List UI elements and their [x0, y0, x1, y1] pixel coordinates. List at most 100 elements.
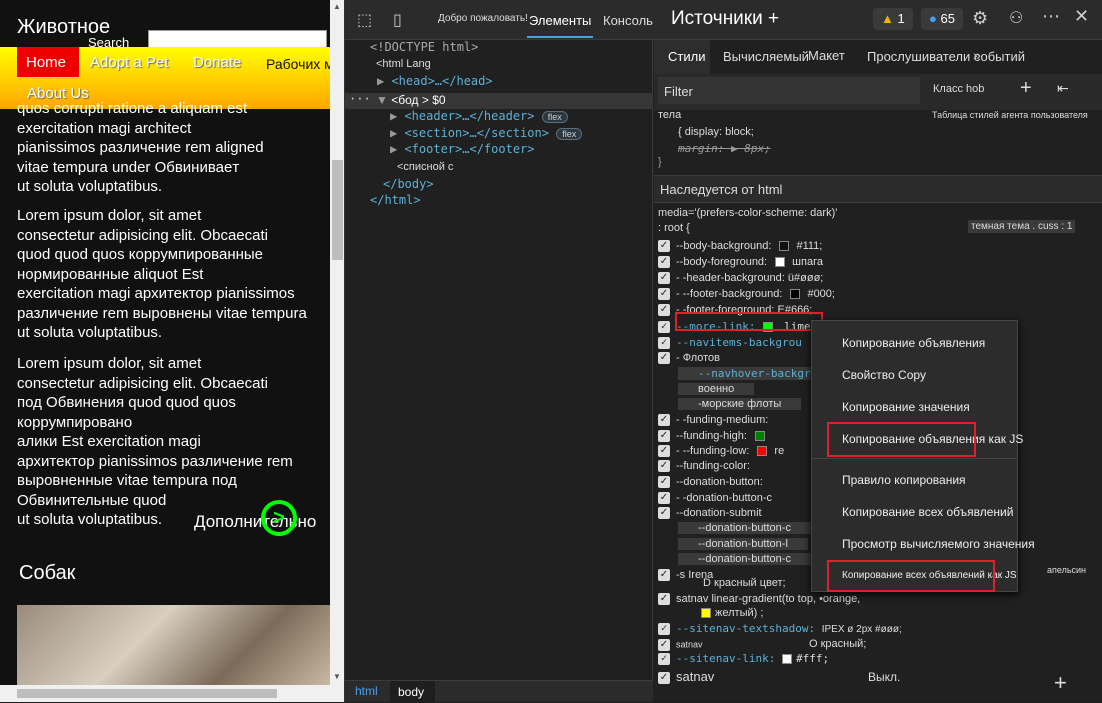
declaration[interactable]: ✓ - --footer-background: #000;	[658, 288, 835, 301]
declaration[interactable]: ✓ --donation-submit	[658, 507, 762, 520]
breadcrumb-body[interactable]: body	[390, 681, 435, 703]
dom-doctype[interactable]: <!DOCTYPE html>	[370, 40, 478, 54]
menu-copy-value[interactable]: Копирование значения	[842, 400, 970, 414]
declaration[interactable]: ✓ - Флотов	[658, 352, 720, 365]
add-rule-icon[interactable]: +	[1020, 77, 1032, 100]
dom-header[interactable]: ▶ <header>…</header> flex	[390, 109, 568, 123]
margin-decl[interactable]: margin: ▶ 8px;	[678, 142, 771, 155]
declaration[interactable]: ✓ - -header-background: ü#øøø;	[658, 272, 823, 285]
source-link[interactable]: темная тема . cuss : 1	[968, 220, 1076, 233]
declaration[interactable]: -морские флоты	[678, 398, 802, 410]
customize-icon[interactable]: ⚇	[1009, 8, 1023, 28]
close-icon[interactable]: ✕	[1074, 6, 1089, 27]
decl-satnav-gradient[interactable]: ✓ satnav linear-gradient(to top, •orange,	[658, 593, 860, 606]
checkbox[interactable]: ✓	[658, 430, 670, 443]
expand-icon[interactable]: ▶	[377, 74, 391, 88]
declaration[interactable]: ✓ --body-foreground: шпага	[658, 256, 823, 269]
tab-console[interactable]: Консоль	[603, 13, 653, 28]
more-options-icon[interactable]: ⋯	[1042, 6, 1060, 27]
dom-html[interactable]: <html Lang	[376, 58, 431, 70]
rule-selector[interactable]: тела	[658, 109, 681, 121]
decl-red[interactable]: D красный цвет;	[703, 577, 786, 589]
declaration[interactable]: ✓ --funding-high:	[658, 430, 769, 443]
device-emulation-icon[interactable]: ▯	[393, 10, 402, 30]
declaration[interactable]: ✓ --donation-button:	[658, 476, 763, 489]
more-link[interactable]: Дополнительно	[194, 512, 316, 532]
color-swatch[interactable]	[779, 241, 790, 252]
checkbox[interactable]: ✓	[658, 272, 670, 285]
tab-computed[interactable]: Вычисляемый	[723, 49, 809, 64]
display-decl[interactable]: { display: block;	[678, 126, 754, 138]
decl-satnav-small[interactable]: ✓ satnav	[658, 639, 703, 651]
more-tabs-icon[interactable]: »	[973, 47, 981, 63]
checkbox[interactable]: ✓	[658, 256, 670, 269]
menu-copy-property[interactable]: Свойство Copy	[842, 368, 926, 382]
warnings-badge[interactable]: ▲ 1	[873, 8, 913, 30]
menu-copy-declaration[interactable]: Копирование объявления	[842, 336, 985, 350]
class-toggle[interactable]: Класс hob	[933, 83, 984, 95]
scroll-up-icon[interactable]: ▲	[333, 2, 341, 11]
decl-textshadow[interactable]: ✓ --sitenav-textshadow: IPEX ø 2px #øøø;	[658, 622, 902, 635]
color-swatch[interactable]	[790, 289, 801, 300]
menu-copy-all-declarations[interactable]: Копирование всех объявлений	[842, 505, 1013, 519]
add-property-icon[interactable]: +	[1054, 670, 1067, 696]
breadcrumb-html[interactable]: html	[355, 684, 378, 698]
nav-donate[interactable]: Donate	[193, 54, 241, 71]
declaration[interactable]: --donation-button-c	[678, 553, 811, 565]
tab-elements[interactable]: Элементы	[526, 13, 594, 38]
checkbox[interactable]: ✓	[658, 337, 670, 349]
checkbox[interactable]: ✓	[658, 492, 670, 505]
dom-section[interactable]: ▶ <section>…</section> flex	[390, 126, 583, 140]
declaration[interactable]: --donation-button-c	[678, 522, 811, 534]
declaration[interactable]: ✓ - -funding-medium:	[658, 414, 768, 427]
sidebar-toggle-icon[interactable]: ⇤	[1057, 80, 1069, 97]
dom-html-close[interactable]: </html>	[370, 193, 421, 207]
declaration[interactable]: ✓ - -donation-button-c	[658, 492, 772, 505]
checkbox[interactable]: ✓	[658, 445, 670, 458]
decl-sitenav-link[interactable]: ✓ --sitenav-link: #fff;	[658, 652, 829, 665]
tab-sources[interactable]: Источники +	[671, 8, 779, 30]
nav-adopt[interactable]: Adopt a Pet	[90, 54, 168, 71]
menu-view-computed[interactable]: Просмотр вычисляемого значения	[842, 537, 1035, 551]
checkbox[interactable]: ✓	[658, 321, 670, 333]
checkbox[interactable]: ✓	[658, 240, 670, 253]
nav-home[interactable]: Home	[17, 47, 79, 77]
collapse-icon[interactable]: ▼	[376, 93, 391, 107]
dom-footer[interactable]: ▶ <footer>…</footer>	[390, 142, 535, 156]
decl-red-2[interactable]: О красный;	[809, 638, 866, 650]
declaration[interactable]: ✓ --navitems-backgrou	[658, 336, 802, 349]
dom-head[interactable]: ▶ <head>…</head>	[377, 74, 493, 88]
tab-welcome[interactable]: Добро пожаловать!	[438, 13, 528, 24]
declaration[interactable]: --donation-button-l	[678, 538, 808, 550]
tab-event-listeners[interactable]: Прослушиватели событий	[867, 49, 1025, 64]
decl-satnav-last[interactable]: ✓ satnav	[658, 669, 714, 684]
dom-list[interactable]: <списной с	[397, 161, 453, 173]
vertical-scrollbar[interactable]	[330, 0, 344, 685]
dom-body[interactable]: ▼ <бод > $0	[376, 93, 446, 107]
inspect-icon[interactable]: ⬚	[357, 10, 372, 30]
dom-body-close[interactable]: </body>	[383, 177, 434, 191]
horizontal-scroll-thumb[interactable]	[17, 689, 277, 698]
declaration[interactable]: военно	[678, 383, 755, 395]
declaration[interactable]: ✓ --funding-color:	[658, 460, 750, 473]
decl-yellow[interactable]: желтый) ;	[701, 607, 763, 619]
tab-layout[interactable]: Макет	[808, 48, 845, 63]
declaration[interactable]: ✓ - --funding-low: re	[658, 445, 784, 458]
checkbox[interactable]: ✓	[658, 352, 670, 365]
scroll-down-icon[interactable]: ▼	[333, 672, 341, 681]
checkbox[interactable]: ✓	[658, 476, 670, 489]
gear-icon[interactable]: ⚙	[972, 8, 988, 29]
checkbox[interactable]: ✓	[658, 288, 670, 301]
dom-dots[interactable]: ···	[349, 92, 371, 106]
filter-input[interactable]: Filter	[658, 77, 920, 104]
tab-styles[interactable]: Стили	[668, 49, 705, 64]
declaration[interactable]: ✓ --body-background: #111;	[658, 240, 822, 253]
checkbox[interactable]: ✓	[658, 304, 670, 317]
messages-badge[interactable]: ● 65	[921, 8, 963, 30]
vertical-scroll-thumb[interactable]	[332, 160, 343, 260]
checkbox[interactable]: ✓	[658, 507, 670, 520]
color-swatch[interactable]	[757, 446, 768, 457]
checkbox[interactable]: ✓	[658, 460, 670, 473]
arrow-right-icon[interactable]: >	[261, 500, 297, 536]
color-swatch[interactable]	[754, 431, 765, 442]
